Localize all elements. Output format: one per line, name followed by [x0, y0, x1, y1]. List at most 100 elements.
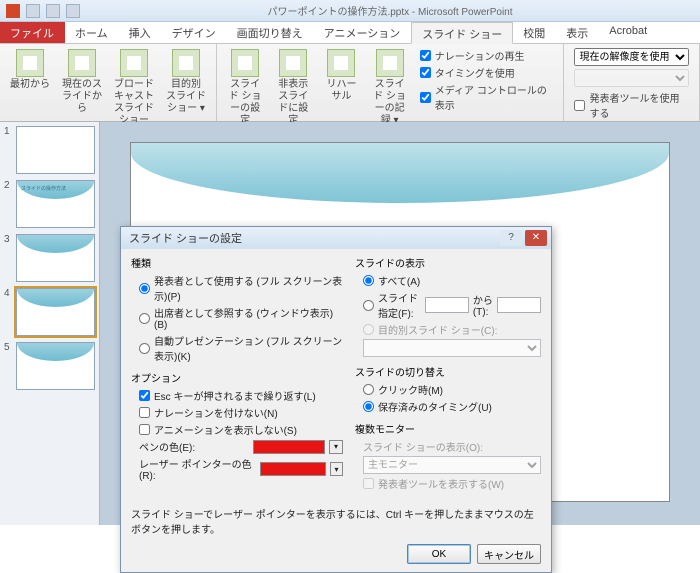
pen-color-dropdown[interactable]: ▾	[329, 440, 343, 454]
ribbon: 最初から 現在のスライドから ブロードキャスト スライド ショー 目的別 スライ…	[0, 44, 700, 122]
ribbon-group-start: 最初から 現在のスライドから ブロードキャスト スライド ショー 目的別 スライ…	[0, 44, 217, 121]
opt-all[interactable]: すべて(A)	[355, 272, 541, 289]
group-multimon: 複数モニター スライド ショーの表示(O): 主モニター 発表者ツールを表示する…	[355, 421, 541, 492]
label: 最初から	[10, 79, 50, 91]
label: Esc キーが押されるまで繰り返す(L)	[154, 388, 316, 403]
chk-loop[interactable]: Esc キーが押されるまで繰り返す(L)	[131, 387, 343, 404]
label: ブロードキャスト スライド ショー	[113, 79, 155, 127]
qat-save-icon[interactable]	[26, 4, 40, 18]
num: 2	[4, 180, 12, 228]
tab-animations[interactable]: アニメーション	[314, 22, 412, 43]
radio[interactable]	[139, 283, 150, 294]
checkbox[interactable]	[420, 50, 431, 61]
group-show-slides: スライドの表示 すべて(A) スライド指定(F): から(T): 目的別スライド…	[355, 255, 541, 358]
rehearse-button[interactable]: リハーサル	[319, 46, 363, 130]
tab-acrobat[interactable]: Acrobat	[599, 22, 658, 43]
dialog-titlebar: スライド ショーの設定 ? ✕	[121, 227, 551, 249]
resolution-select[interactable]: 現在の解像度を使用	[574, 48, 689, 66]
record-button[interactable]: スライド ショーの記録 ▾	[368, 46, 412, 130]
label: 目的別 スライド ショー ▾	[165, 79, 207, 115]
window-title: パワーポイントの操作方法.pptx - Microsoft PowerPoint	[86, 3, 694, 18]
checkbox[interactable]	[139, 390, 150, 401]
tab-review[interactable]: 校閲	[513, 22, 556, 43]
close-icon[interactable]: ✕	[525, 230, 547, 246]
tab-transitions[interactable]: 画面切り替え	[227, 22, 314, 43]
thumb-4[interactable]: 4	[4, 288, 95, 336]
custom-show-icon	[172, 49, 200, 77]
chk-media[interactable]: メディア コントロールの表示	[420, 82, 554, 112]
monitor-select[interactable]	[574, 69, 689, 87]
help-icon[interactable]: ?	[500, 230, 522, 246]
label: アニメーションを表示しない(S)	[154, 422, 297, 437]
ok-button[interactable]: OK	[407, 544, 471, 564]
custom-show-select	[363, 339, 541, 357]
radio[interactable]	[139, 313, 150, 324]
chk-presenter-view[interactable]: 発表者ツールを使用する	[574, 90, 689, 120]
custom-show-button[interactable]: 目的別 スライド ショー ▾	[162, 46, 210, 130]
radio[interactable]	[363, 300, 374, 311]
thumb-5[interactable]: 5	[4, 342, 95, 390]
opt-kiosk[interactable]: 自動プレゼンテーション (フル スクリーン表示)(K)	[131, 332, 343, 364]
radio[interactable]	[139, 343, 150, 354]
tab-insert[interactable]: 挿入	[119, 22, 162, 43]
qat-undo-icon[interactable]	[46, 4, 60, 18]
label: ナレーションを付けない(N)	[154, 405, 278, 420]
heading: 種類	[131, 255, 343, 270]
tab-design[interactable]: デザイン	[162, 22, 227, 43]
checkbox	[363, 478, 374, 489]
from-beginning-button[interactable]: 最初から	[6, 46, 54, 130]
thumb-1[interactable]: 1パワーポイントの操作方法	[4, 126, 95, 174]
title-bar: パワーポイントの操作方法.pptx - Microsoft PowerPoint	[0, 0, 700, 22]
label: 自動プレゼンテーション (フル スクリーン表示)(K)	[154, 333, 343, 363]
chk-narration[interactable]: ナレーションの再生	[420, 48, 554, 63]
tab-view[interactable]: 表示	[556, 22, 599, 43]
label: ナレーションの再生	[435, 48, 525, 63]
tab-slideshow[interactable]: スライド ショー	[411, 22, 513, 44]
opt-custom-show: 目的別スライド ショー(C):	[355, 321, 541, 338]
from-current-button[interactable]: 現在のスライドから	[58, 46, 106, 130]
num: 1	[4, 126, 12, 174]
qat-redo-icon[interactable]	[66, 4, 80, 18]
broadcast-button[interactable]: ブロードキャスト スライド ショー	[110, 46, 158, 130]
checkbox[interactable]	[420, 67, 431, 78]
label: メディア コントロールの表示	[435, 82, 554, 112]
checkbox[interactable]	[420, 92, 431, 103]
range-from-input[interactable]	[425, 297, 469, 313]
label: タイミングを使用	[435, 65, 515, 80]
slide-thumbnails[interactable]: 1パワーポイントの操作方法 2スライドの操作方法 3 4 5	[0, 122, 100, 525]
thumb-3[interactable]: 3	[4, 234, 95, 282]
tab-home[interactable]: ホーム	[65, 22, 119, 43]
checkbox[interactable]	[574, 100, 585, 111]
display-on-select: 主モニター	[363, 456, 541, 474]
broadcast-icon	[120, 49, 148, 77]
range-to-input[interactable]	[497, 297, 541, 313]
chk-no-anim[interactable]: アニメーションを表示しない(S)	[131, 421, 343, 438]
setup-show-dialog: スライド ショーの設定 ? ✕ 種類 発表者として使用する (フル スクリーン表…	[120, 226, 552, 573]
tab-file[interactable]: ファイル	[0, 22, 65, 43]
heading: スライドの表示	[355, 255, 541, 270]
radio[interactable]	[363, 401, 374, 412]
opt-window[interactable]: 出席者として参照する (ウィンドウ表示)(B)	[131, 304, 343, 332]
hide-slide-button[interactable]: 非表示スライドに設定	[271, 46, 315, 130]
opt-range[interactable]: スライド指定(F): から(T):	[355, 289, 541, 321]
chk-no-narr[interactable]: ナレーションを付けない(N)	[131, 404, 343, 421]
radio[interactable]	[363, 384, 374, 395]
laser-color-dropdown[interactable]: ▾	[330, 462, 343, 476]
dialog-footnote: スライド ショーでレーザー ポインターを表示するには、Ctrl キーを押したまま…	[121, 502, 551, 544]
label: すべて(A)	[378, 273, 420, 288]
dialog-title: スライド ショーの設定	[129, 230, 242, 246]
label: スライド ショーの表示(O):	[363, 439, 483, 454]
label: スライド ショーの設定	[226, 79, 264, 127]
label: スライド ショーの記録 ▾	[371, 79, 409, 127]
checkbox[interactable]	[139, 407, 150, 418]
radio[interactable]	[363, 275, 374, 286]
checkbox[interactable]	[139, 424, 150, 435]
cancel-button[interactable]: キャンセル	[477, 544, 541, 564]
opt-click[interactable]: クリック時(M)	[355, 381, 541, 398]
opt-timing[interactable]: 保存済みのタイミング(U)	[355, 398, 541, 415]
group-type: 種類 発表者として使用する (フル スクリーン表示)(P) 出席者として参照する…	[131, 255, 343, 364]
set-up-show-button[interactable]: スライド ショーの設定	[223, 46, 267, 130]
thumb-2[interactable]: 2スライドの操作方法	[4, 180, 95, 228]
opt-full[interactable]: 発表者として使用する (フル スクリーン表示)(P)	[131, 272, 343, 304]
chk-timing[interactable]: タイミングを使用	[420, 65, 554, 80]
